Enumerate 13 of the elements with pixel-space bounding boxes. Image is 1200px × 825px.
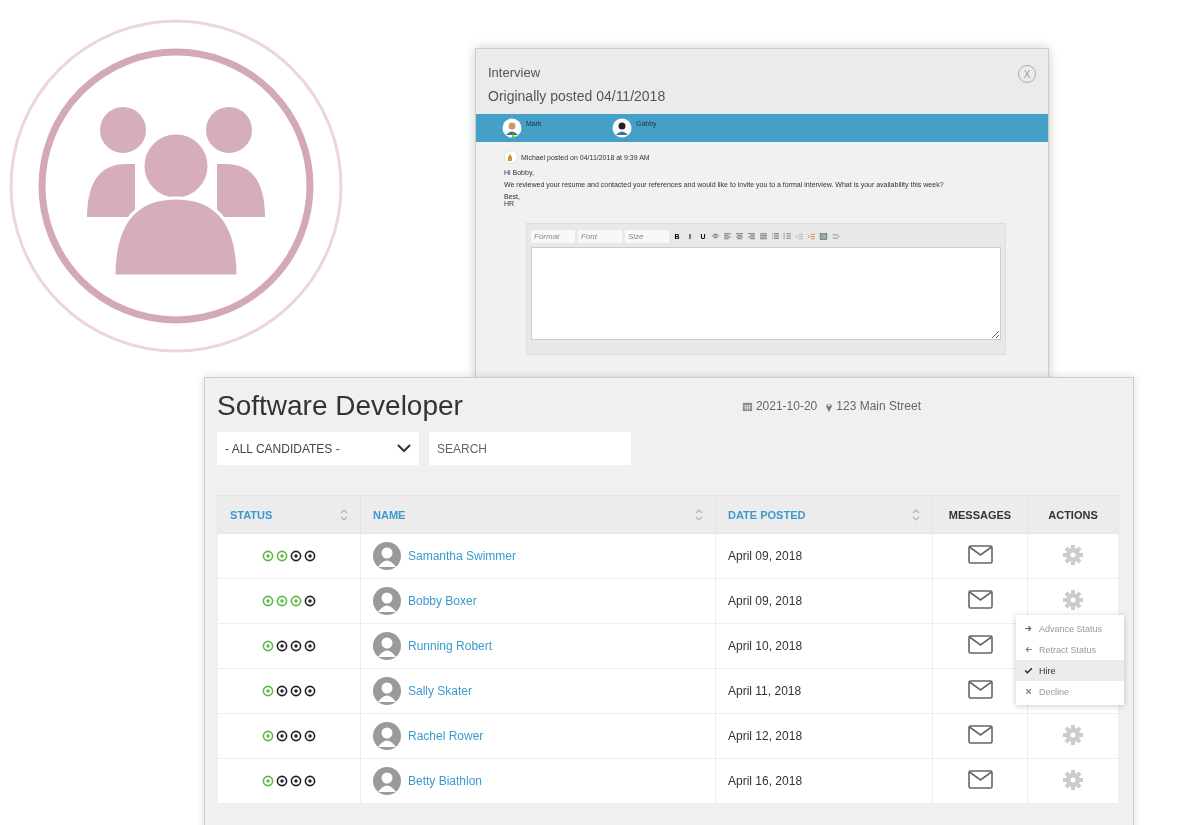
date-cell: April 11, 2018	[715, 668, 933, 714]
dialog-title: Interview	[488, 65, 542, 80]
job-date: 2021-10-20	[755, 399, 818, 413]
column-header: MESSAGES	[932, 495, 1028, 534]
date-cell: April 12, 2018	[715, 713, 933, 759]
dialog-subtitle: Originally posted 04/11/2018	[488, 88, 666, 104]
date-cell: April 16, 2018	[715, 758, 933, 804]
column-header: ACTIONS	[1027, 495, 1119, 534]
date-cell: April 09, 2018	[715, 533, 933, 579]
date-cell: April 09, 2018	[715, 578, 933, 624]
date-cell: April 10, 2018	[715, 623, 933, 669]
job-title: Software Developer	[217, 390, 463, 422]
job-location: 123 Main Street	[836, 399, 921, 413]
